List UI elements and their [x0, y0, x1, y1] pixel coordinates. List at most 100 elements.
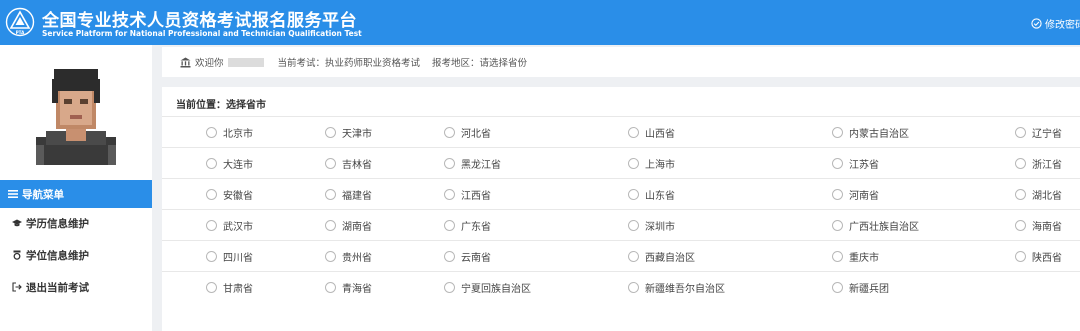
region-option[interactable]: 广东省	[444, 210, 491, 240]
region-option[interactable]: 贵州省	[325, 241, 372, 271]
radio-button[interactable]	[325, 281, 336, 293]
region-option[interactable]: 武汉市	[206, 210, 253, 240]
region-option[interactable]: 云南省	[444, 241, 491, 271]
radio-button[interactable]	[832, 250, 843, 262]
region-option[interactable]: 江西省	[444, 179, 491, 209]
region-option[interactable]: 四川省	[206, 241, 253, 271]
radio-button[interactable]	[206, 219, 217, 231]
radio-button[interactable]	[444, 281, 455, 293]
region-option[interactable]: 湖北省	[1015, 179, 1062, 209]
region-row: 大连市 吉林省 黑龙江省 上海市 江苏省 浙江省	[162, 148, 1080, 179]
region-option[interactable]: 湖南省	[325, 210, 372, 240]
region-option[interactable]: 宁夏回族自治区	[444, 272, 531, 302]
radio-button[interactable]	[325, 250, 336, 262]
sidebar-item-exit[interactable]: 退出当前考试	[0, 274, 152, 300]
region-label: 河北省	[461, 128, 491, 140]
region-option[interactable]: 上海市	[628, 148, 675, 178]
region-label: 黑龙江省	[461, 159, 501, 171]
region-option[interactable]: 广西壮族自治区	[832, 210, 919, 240]
region-option[interactable]: 黑龙江省	[444, 148, 501, 178]
radio-button[interactable]	[444, 250, 455, 262]
region-option[interactable]: 陕西省	[1015, 241, 1062, 271]
radio-button[interactable]	[628, 281, 639, 293]
radio-button[interactable]	[325, 126, 336, 138]
radio-button[interactable]	[444, 219, 455, 231]
radio-button[interactable]	[832, 219, 843, 231]
region-label: 重庆市	[849, 252, 879, 264]
region-option[interactable]: 内蒙古自治区	[832, 117, 909, 147]
region-option[interactable]: 山东省	[628, 179, 675, 209]
breadcrumb: 当前位置：选择省市	[176, 100, 266, 111]
radio-button[interactable]	[444, 126, 455, 138]
change-password-label: 修改密码	[1045, 20, 1080, 31]
radio-button[interactable]	[206, 126, 217, 138]
region-label: 浙江省	[1032, 159, 1062, 171]
radio-button[interactable]	[444, 188, 455, 200]
region-label: 河南省	[849, 190, 879, 202]
region-option[interactable]: 新疆维吾尔自治区	[628, 272, 725, 302]
radio-button[interactable]	[832, 157, 843, 169]
region-option[interactable]: 深圳市	[628, 210, 675, 240]
radio-button[interactable]	[832, 281, 843, 293]
region-option[interactable]: 浙江省	[1015, 148, 1062, 178]
region-option[interactable]: 甘肃省	[206, 272, 253, 302]
region-option[interactable]: 河南省	[832, 179, 879, 209]
radio-button[interactable]	[1015, 126, 1026, 138]
region-option[interactable]: 大连市	[206, 148, 253, 178]
radio-button[interactable]	[206, 157, 217, 169]
radio-button[interactable]	[206, 250, 217, 262]
exit-icon	[12, 282, 22, 292]
region-option[interactable]: 新疆兵团	[832, 272, 889, 302]
radio-button[interactable]	[206, 188, 217, 200]
radio-button[interactable]	[444, 157, 455, 169]
radio-button[interactable]	[1015, 157, 1026, 169]
region-label: 辽宁省	[1032, 128, 1062, 140]
region-option[interactable]: 福建省	[325, 179, 372, 209]
app-subtitle: Service Platform for National Profession…	[42, 29, 362, 38]
region-label: 新疆维吾尔自治区	[645, 283, 725, 295]
region-option[interactable]: 吉林省	[325, 148, 372, 178]
region-option[interactable]: 天津市	[325, 117, 372, 147]
radio-button[interactable]	[1015, 219, 1026, 231]
sidebar-item-degree[interactable]: 学位信息维护	[0, 242, 152, 268]
region-option[interactable]: 重庆市	[832, 241, 879, 271]
region-option[interactable]: 江苏省	[832, 148, 879, 178]
info-bar: 欢迎你 当前考试：执业药师职业资格考试 报考地区：请选择省份	[162, 47, 1080, 77]
region-label: 云南省	[461, 252, 491, 264]
region-label: 深圳市	[645, 221, 675, 233]
radio-button[interactable]	[325, 157, 336, 169]
radio-button[interactable]	[628, 219, 639, 231]
region-option[interactable]: 北京市	[206, 117, 253, 147]
change-password-link[interactable]: 修改密码	[1031, 16, 1080, 31]
radio-button[interactable]	[1015, 250, 1026, 262]
region-option[interactable]: 辽宁省	[1015, 117, 1062, 147]
radio-button[interactable]	[325, 219, 336, 231]
bank-icon	[180, 57, 191, 67]
region-selection-panel: 当前位置：选择省市 北京市 天津市 河北省 山西省 内蒙古自治区 辽宁省大连市 吉林省 黑龙江…	[162, 87, 1080, 331]
region-row: 四川省 贵州省 云南省 西藏自治区 重庆市 陕西省	[162, 241, 1080, 272]
radio-button[interactable]	[832, 188, 843, 200]
avatar	[34, 59, 118, 165]
radio-button[interactable]	[628, 126, 639, 138]
nav-menu-header[interactable]: 导航菜单	[0, 180, 152, 208]
radio-button[interactable]	[206, 281, 217, 293]
region-option[interactable]: 河北省	[444, 117, 491, 147]
nav-menu-label: 导航菜单	[22, 188, 64, 201]
region-option[interactable]: 安徽省	[206, 179, 253, 209]
region-label: 青海省	[342, 283, 372, 295]
region-option[interactable]: 西藏自治区	[628, 241, 695, 271]
radio-button[interactable]	[325, 188, 336, 200]
radio-button[interactable]	[628, 250, 639, 262]
user-name-redacted	[227, 57, 264, 67]
region-option[interactable]: 山西省	[628, 117, 675, 147]
radio-button[interactable]	[628, 188, 639, 200]
region-option[interactable]: 青海省	[325, 272, 372, 302]
radio-button[interactable]	[832, 126, 843, 138]
sidebar: 导航菜单 学历信息维护 学位信息维护 退出当前考试	[0, 45, 152, 331]
sidebar-item-education[interactable]: 学历信息维护	[0, 210, 152, 236]
region-label: 四川省	[223, 252, 253, 264]
radio-button[interactable]	[1015, 188, 1026, 200]
region-option[interactable]: 海南省	[1015, 210, 1062, 240]
radio-button[interactable]	[628, 157, 639, 169]
region-label: 江西省	[461, 190, 491, 202]
